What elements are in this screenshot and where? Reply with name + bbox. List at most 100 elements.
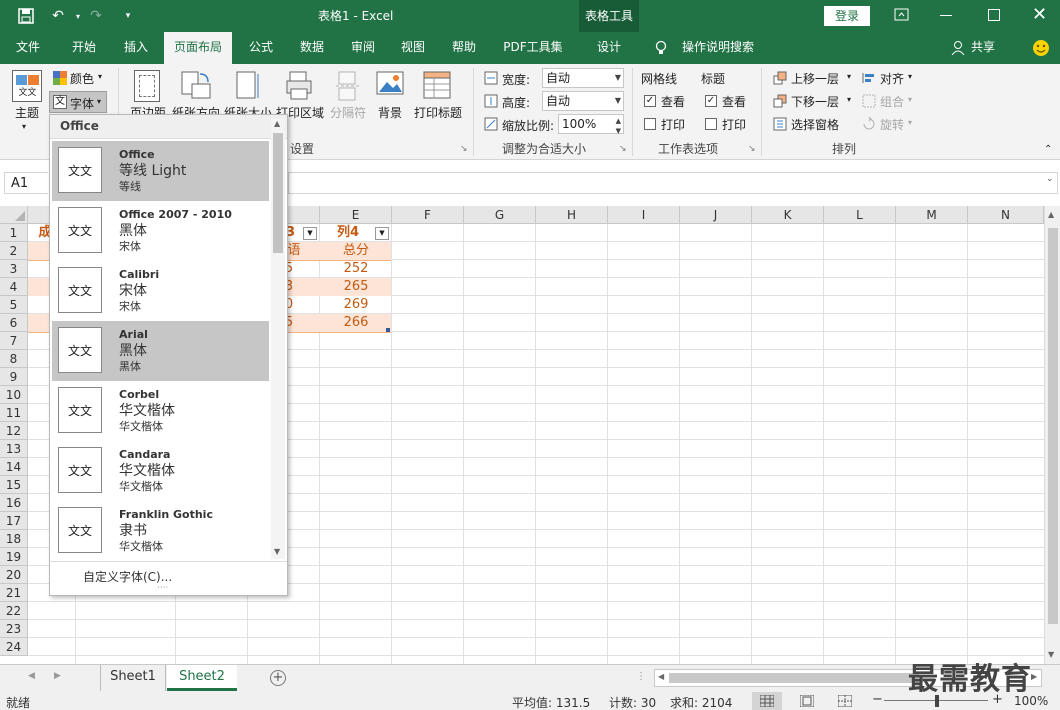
next-sheet-icon[interactable]: ▶ (54, 671, 61, 681)
gridlines-view-checkbox[interactable]: ✓ (644, 95, 656, 107)
undo-icon[interactable]: ↶ (48, 6, 68, 26)
send-backward-dropdown-icon[interactable]: ▾ (847, 95, 851, 104)
colors-button[interactable]: 颜色 (70, 70, 94, 87)
column-header[interactable]: K (752, 206, 824, 224)
row-header[interactable]: 22 (0, 602, 28, 620)
table-cell[interactable]: 总分 (320, 242, 392, 260)
name-box[interactable]: A1 (4, 172, 48, 194)
zoom-out-icon[interactable]: − (872, 692, 883, 707)
row-header[interactable]: 23 (0, 620, 28, 638)
font-theme-item-corbel[interactable]: 文文 Corbel 华文楷体 华文楷体 (52, 381, 269, 441)
vertical-scroll-thumb[interactable] (1048, 228, 1058, 624)
row-header[interactable]: 15 (0, 476, 28, 494)
headings-print-checkbox[interactable] (705, 118, 717, 130)
tab-help[interactable]: 帮助 (440, 32, 488, 64)
tell-me-search[interactable]: 操作说明搜索 (680, 32, 756, 64)
scroll-down-icon[interactable]: ▼ (1048, 650, 1054, 659)
size-icon[interactable] (234, 70, 262, 102)
column-header[interactable]: E (320, 206, 392, 224)
row-header[interactable]: 2 (0, 242, 28, 260)
row-header[interactable]: 10 (0, 386, 28, 404)
tab-formulas[interactable]: 公式 (238, 32, 284, 64)
table-resize-handle[interactable] (386, 328, 390, 332)
tab-design[interactable]: 设计 (582, 32, 636, 64)
font-theme-item-office-2007[interactable]: 文文 Office 2007 - 2010 黑体 宋体 (52, 201, 269, 261)
theme-icon[interactable]: 文文 (12, 70, 42, 102)
tab-file[interactable]: 文件 (4, 32, 52, 64)
collapse-ribbon-icon[interactable]: ⌃ (1044, 144, 1052, 155)
row-header[interactable]: 13 (0, 440, 28, 458)
align-dropdown-icon[interactable]: ▾ (908, 72, 912, 81)
font-theme-item-office[interactable]: 文文 Office 等线 Light 等线 (52, 141, 269, 201)
breaks-icon[interactable] (334, 70, 362, 102)
table-cell[interactable]: 266 (320, 314, 392, 332)
theme-dropdown-icon[interactable]: ▾ (22, 122, 26, 131)
share-button[interactable]: 共享 (968, 32, 998, 64)
page-layout-view-icon[interactable] (799, 694, 815, 710)
breaks-button[interactable]: 分隔符 (330, 104, 366, 121)
row-header[interactable]: 12 (0, 422, 28, 440)
dropdown-resize-grip[interactable]: ···· (157, 583, 168, 593)
expand-formula-bar-icon[interactable]: ⌄ (1046, 174, 1054, 184)
rotate-dropdown-icon[interactable]: ▾ (908, 118, 912, 127)
row-header[interactable]: 4 (0, 278, 28, 296)
row-header[interactable]: 9 (0, 368, 28, 386)
group-dropdown-icon[interactable]: ▾ (908, 95, 912, 104)
column-header[interactable]: N (968, 206, 1044, 224)
filter-dropdown-icon[interactable]: ▼ (303, 227, 317, 240)
tab-view[interactable]: 视图 (390, 32, 436, 64)
tab-home[interactable]: 开始 (60, 32, 108, 64)
login-button[interactable]: 登录 (824, 6, 870, 26)
column-header[interactable]: F (392, 206, 464, 224)
row-header[interactable]: 17 (0, 512, 28, 530)
font-theme-item-candara[interactable]: 文文 Candara 华文楷体 华文楷体 (52, 441, 269, 501)
column-header[interactable]: H (536, 206, 608, 224)
background-icon[interactable] (376, 70, 404, 100)
font-theme-item-arial[interactable]: 文文 Arial 黑体 黑体 (52, 321, 269, 381)
orientation-icon[interactable] (180, 70, 212, 102)
tab-data[interactable]: 数据 (288, 32, 336, 64)
colors-dropdown-icon[interactable]: ▾ (98, 72, 102, 81)
row-header[interactable]: 1 (0, 224, 28, 242)
row-header[interactable]: 18 (0, 530, 28, 548)
fonts-button[interactable]: 文 字体 ▾ (49, 91, 107, 113)
smiley-feedback-icon[interactable] (1031, 32, 1051, 64)
scale-launcher-icon[interactable]: ↘ (619, 144, 627, 154)
colors-icon[interactable] (53, 71, 67, 85)
column-header[interactable]: I (608, 206, 680, 224)
gridlines-print-checkbox[interactable] (644, 118, 656, 130)
column-header[interactable]: L (824, 206, 896, 224)
row-header[interactable]: 5 (0, 296, 28, 314)
align-button[interactable]: 对齐 (880, 70, 904, 87)
font-theme-item-calibri[interactable]: 文文 Calibri 宋体 宋体 (52, 261, 269, 321)
selection-pane-button[interactable]: 选择窗格 (791, 116, 839, 133)
font-theme-item-franklin-gothic[interactable]: 文文 Franklin Gothic 隶书 华文楷体 (52, 501, 269, 561)
normal-view-icon[interactable] (752, 692, 782, 710)
spin-down-icon[interactable]: ▼ (616, 122, 621, 140)
page-setup-launcher-icon[interactable]: ↘ (460, 144, 468, 154)
row-header[interactable]: 11 (0, 404, 28, 422)
scroll-up-icon[interactable]: ▲ (1048, 210, 1054, 219)
sheet-tab-sheet1[interactable]: Sheet1 (100, 665, 166, 691)
width-select[interactable]: 自动 ▼ (542, 68, 624, 88)
page-break-view-icon[interactable] (837, 694, 853, 710)
scroll-left-icon[interactable]: ◀ (658, 672, 664, 681)
dropdown-scrollbar[interactable]: ▲ ▼ (271, 119, 285, 559)
row-header[interactable]: 21 (0, 584, 28, 602)
table-cell[interactable]: 265 (320, 278, 392, 296)
filter-dropdown-icon[interactable]: ▼ (375, 227, 389, 240)
table-cell[interactable]: 269 (320, 296, 392, 314)
tab-pdf-tools[interactable]: PDF工具集 (496, 32, 570, 64)
tab-insert[interactable]: 插入 (112, 32, 160, 64)
print-titles-icon[interactable] (422, 70, 454, 100)
row-header[interactable]: 20 (0, 566, 28, 584)
add-sheet-icon[interactable]: + (270, 670, 286, 686)
row-header[interactable]: 7 (0, 332, 28, 350)
formula-input[interactable] (288, 172, 1058, 194)
print-area-icon[interactable] (284, 70, 316, 102)
column-header[interactable]: J (680, 206, 752, 224)
row-header[interactable]: 6 (0, 314, 28, 332)
table-cell[interactable]: 252 (320, 260, 392, 278)
row-header[interactable]: 16 (0, 494, 28, 512)
select-all-corner[interactable] (0, 206, 28, 224)
